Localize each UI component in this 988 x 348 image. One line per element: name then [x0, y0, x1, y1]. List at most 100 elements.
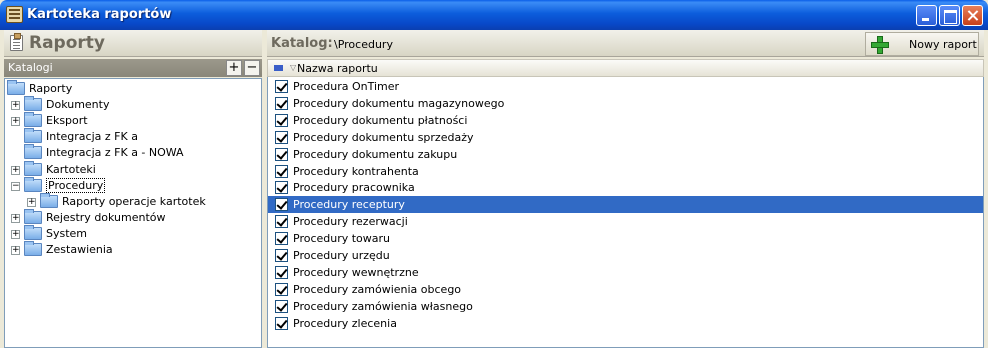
catalog-path: \Procedury [334, 38, 393, 51]
report-row[interactable]: Procedury pracownika [268, 179, 983, 196]
report-checkbox[interactable] [275, 80, 288, 93]
tree-item[interactable]: + System [5, 224, 261, 242]
folder-icon [24, 224, 42, 240]
tree-item[interactable]: + Raporty operacje kartotek [5, 192, 261, 210]
folder-icon [24, 208, 42, 224]
tree-item-label: Procedury [46, 177, 106, 193]
catalog-label: Katalog: [271, 36, 333, 51]
tree-item[interactable]: Integracja z FK a - NOWA [5, 144, 261, 161]
report-name: Procedury towaru [293, 232, 391, 246]
tree-expander[interactable]: + [11, 229, 20, 239]
report-row[interactable]: Procedury wewnętrzne [268, 264, 983, 281]
report-name: Procedury wewnętrzne [293, 265, 419, 279]
tree-expander[interactable]: + [11, 101, 20, 111]
report-row[interactable]: Procedury zlecenia [268, 315, 983, 332]
report-row[interactable]: Procedury towaru [268, 230, 983, 247]
minimize-button[interactable] [916, 5, 937, 26]
folder-icon [24, 176, 42, 192]
tree-expander[interactable]: + [11, 117, 20, 127]
tree-item-label: Integracja z FK a [46, 130, 138, 144]
report-checkbox[interactable] [275, 113, 288, 127]
report-row[interactable]: Procedury zamówienia obcego [268, 281, 983, 298]
report-name: Procedury dokumentu magazynowego [293, 96, 505, 110]
report-list[interactable]: Procedura OnTimer Procedury dokumentu mag… [267, 77, 984, 348]
report-row[interactable]: Procedury rezerwacji [268, 213, 983, 230]
report-row[interactable]: Procedury dokumentu zakupu [268, 146, 983, 163]
tree-expander[interactable]: + [11, 213, 20, 223]
folder-icon [24, 241, 42, 256]
report-name: Procedury zamówienia obcego [293, 282, 462, 296]
clipboard-icon [10, 33, 23, 51]
report-checkbox[interactable] [275, 164, 288, 178]
folder-icon [7, 80, 25, 95]
column-header[interactable]: ▽ Nazwa raportu [267, 59, 984, 77]
report-row[interactable]: Procedury dokumentu płatności [268, 112, 983, 129]
window-title: Kartoteka raportów [27, 7, 172, 22]
tree-item[interactable]: + Eksport [5, 112, 261, 129]
new-report-button[interactable]: Nowy raport [865, 32, 979, 56]
close-button[interactable] [962, 5, 983, 26]
report-checkbox[interactable] [275, 249, 288, 262]
report-checkbox[interactable] [275, 215, 288, 229]
tree-item[interactable]: − Procedury [5, 176, 261, 194]
report-checkbox[interactable] [275, 147, 288, 161]
tree-expander[interactable]: − [11, 181, 20, 191]
tree-item-label: Kartoteki [46, 162, 96, 176]
report-name: Procedury dokumentu płatności [293, 113, 468, 127]
app-icon [6, 6, 23, 23]
report-name: Procedury kontrahenta [293, 164, 419, 178]
report-row[interactable]: Procedury dokumentu sprzedaży [268, 129, 983, 146]
add-catalog-button[interactable]: + [226, 60, 242, 76]
report-checkbox[interactable] [275, 198, 288, 212]
tree-item-label: Zestawienia [46, 243, 113, 256]
left-panel-title: Raporty [29, 33, 106, 53]
tree-item-label: System [46, 226, 88, 240]
tree-item[interactable]: + Zestawienia [5, 241, 261, 258]
tree-item-label: Eksport [46, 114, 88, 128]
catalog-bar: Katalogi + − [4, 59, 262, 77]
maximize-button[interactable] [939, 5, 960, 26]
report-checkbox[interactable] [275, 181, 288, 195]
report-row[interactable]: Procedury urzędu [268, 247, 983, 264]
tree-item[interactable]: Integracja z FK a [5, 128, 261, 145]
report-name: Procedury pracownika [293, 181, 415, 195]
report-name: Procedury receptury [293, 198, 405, 212]
report-checkbox[interactable] [275, 130, 288, 144]
tree-item-label: Raporty [29, 82, 73, 95]
report-name: Procedury rezerwacji [293, 215, 408, 229]
report-row[interactable]: Procedury zamówienia własnego [268, 298, 983, 315]
report-checkbox[interactable] [275, 282, 288, 296]
tree-item[interactable]: + Rejestry dokumentów [5, 208, 261, 226]
report-checkbox[interactable] [275, 96, 288, 110]
report-name: Procedury dokumentu sprzedaży [293, 130, 474, 144]
report-name: Procedury urzędu [293, 249, 390, 262]
report-row[interactable]: Procedura OnTimer [268, 78, 983, 95]
report-checkbox[interactable] [275, 232, 288, 246]
catalog-tree[interactable]: Raporty + Dokumenty + Eksport Integracja z FK… [4, 78, 262, 348]
right-panel: Katalog: \Procedury Nowy raport ▽ Nazwa … [267, 30, 984, 348]
report-row[interactable]: Procedury dokumentu magazynowego [268, 95, 983, 112]
report-row[interactable]: Procedury receptury [268, 196, 983, 214]
tree-expander[interactable]: + [11, 165, 20, 175]
tree-item[interactable]: + Kartoteki [5, 160, 261, 178]
tree-item-label: Raporty operacje kartotek [62, 194, 206, 208]
report-checkbox[interactable] [275, 316, 288, 330]
left-panel: Raporty Katalogi + − Raporty + Dokumenty + E… [4, 30, 262, 348]
column-chooser-icon[interactable] [274, 65, 283, 71]
tree-expander[interactable]: + [11, 246, 20, 255]
report-name: Procedura OnTimer [293, 80, 400, 93]
report-checkbox[interactable] [275, 299, 288, 313]
folder-icon [40, 192, 58, 208]
report-row[interactable]: Procedury kontrahenta [268, 163, 983, 180]
tree-expander[interactable]: + [27, 197, 36, 207]
report-name: Procedury dokumentu zakupu [293, 147, 458, 161]
report-checkbox[interactable] [275, 265, 288, 279]
plus-icon [871, 36, 889, 54]
title-bar[interactable]: Kartoteka raportów [0, 0, 988, 30]
tree-item[interactable]: + Dokumenty [5, 96, 261, 113]
column-title: Nazwa raportu [297, 62, 378, 75]
tree-item[interactable]: Raporty [5, 80, 261, 97]
new-report-label: Nowy raport [909, 38, 977, 51]
remove-catalog-button[interactable]: − [244, 60, 260, 76]
report-name: Procedury zamówienia własnego [293, 299, 473, 313]
